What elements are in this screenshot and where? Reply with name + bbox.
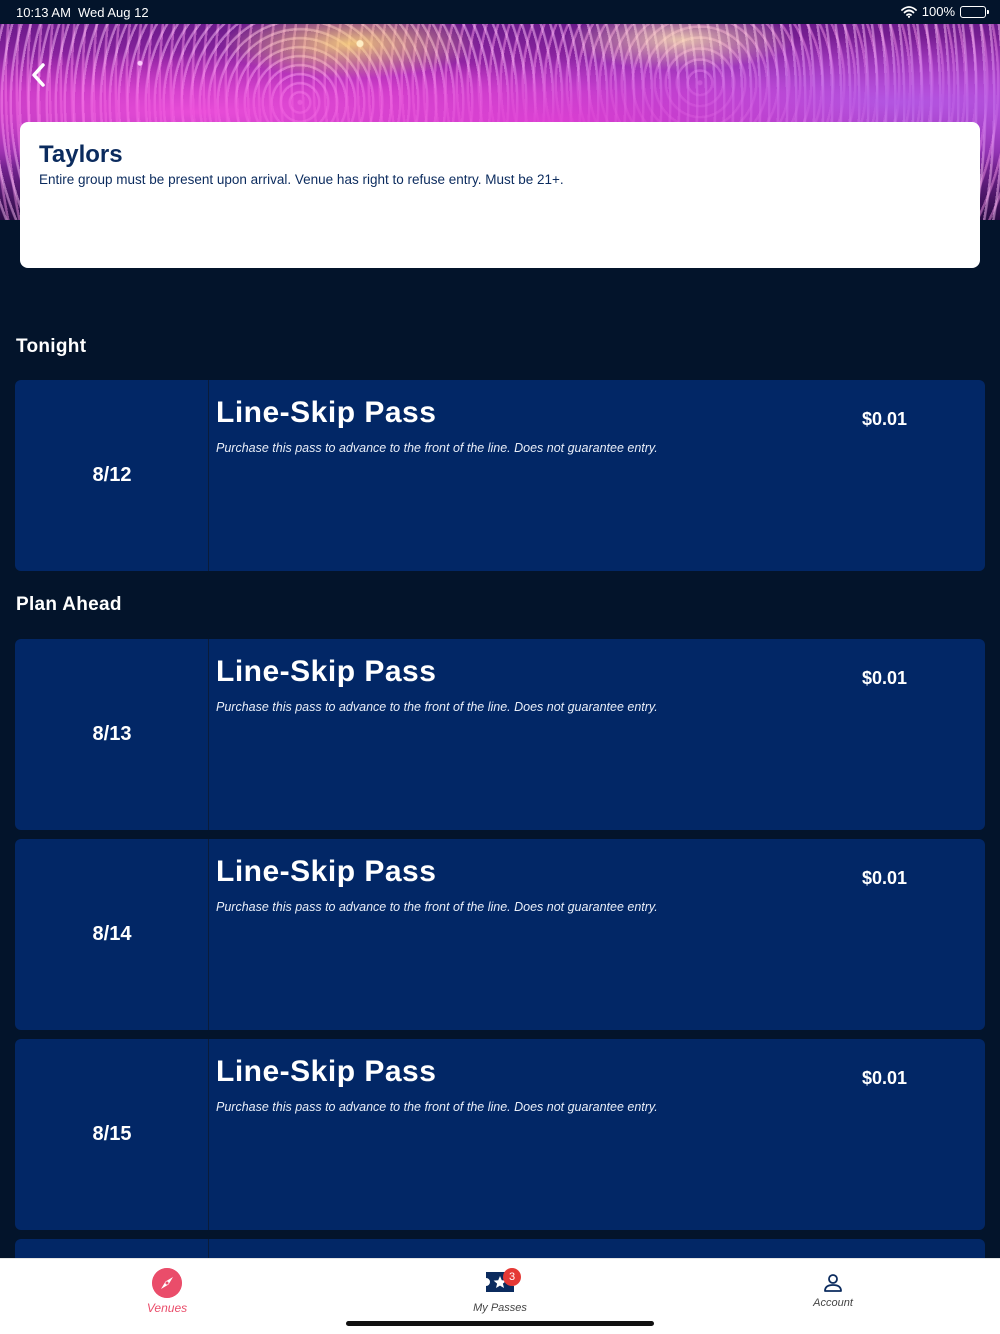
pass-name: Line-Skip Pass — [216, 396, 437, 429]
status-date: Wed Aug 12 — [78, 5, 149, 20]
pass-card[interactable]: 8/13 Line-Skip Pass Purchase this pass t… — [15, 639, 985, 830]
back-chevron-icon[interactable] — [26, 60, 54, 90]
pass-price: $0.01 — [862, 668, 908, 688]
tab-venues[interactable]: Venues — [107, 1259, 227, 1334]
pass-price: $0.01 — [862, 1068, 908, 1088]
pass-date: 8/15 — [92, 1123, 132, 1145]
battery-percent: 100% — [921, 4, 955, 19]
pass-date: 8/14 — [92, 923, 132, 945]
pass-card[interactable]: 8/15 Line-Skip Pass Purchase this pass t… — [15, 1039, 985, 1230]
pass-date: 8/13 — [92, 723, 132, 745]
tab-my-passes-label: My Passes — [473, 1302, 527, 1314]
pass-date-column: 8/13 — [15, 639, 209, 830]
pass-card[interactable]: 8/12 Line-Skip Pass Purchase this pass t… — [15, 380, 985, 571]
wifi-icon — [900, 5, 917, 18]
pass-description: Purchase this pass to advance to the fro… — [216, 1100, 658, 1114]
venue-name: Taylors — [39, 141, 123, 168]
pass-date-column: 8/12 — [15, 380, 209, 571]
section-plan-ahead: Plan Ahead — [16, 594, 122, 615]
pass-name: Line-Skip Pass — [216, 1055, 437, 1088]
tab-account[interactable]: Account — [773, 1259, 893, 1334]
pass-date: 8/12 — [92, 464, 132, 486]
tab-venues-label: Venues — [146, 1301, 188, 1315]
person-icon — [824, 1274, 842, 1292]
tab-account-label: Account — [813, 1297, 853, 1309]
status-right: 100% — [900, 4, 989, 19]
battery-icon — [960, 5, 989, 18]
pass-date-column: 8/15 — [15, 1039, 209, 1230]
passes-count-badge: 3 — [503, 1268, 521, 1286]
pass-card[interactable]: 8/14 Line-Skip Pass Purchase this pass t… — [15, 839, 985, 1030]
pass-price: $0.01 — [862, 409, 908, 429]
app-screen: 10:13 AM Wed Aug 12 100% Taylors Entire … — [0, 0, 1000, 1334]
pass-description: Purchase this pass to advance to the fro… — [216, 900, 658, 914]
status-bar: 10:13 AM Wed Aug 12 100% — [0, 0, 1000, 24]
section-tonight: Tonight — [16, 336, 87, 357]
pass-description: Purchase this pass to advance to the fro… — [216, 441, 658, 455]
venue-info-card: Taylors Entire group must be present upo… — [20, 122, 980, 268]
pass-name: Line-Skip Pass — [216, 655, 437, 688]
pass-name: Line-Skip Pass — [216, 855, 437, 888]
compass-icon — [152, 1268, 182, 1298]
pass-price: $0.01 — [862, 868, 908, 888]
venue-note: Entire group must be present upon arriva… — [39, 172, 564, 187]
pass-description: Purchase this pass to advance to the fro… — [216, 700, 658, 714]
status-time: 10:13 AM — [16, 5, 71, 20]
home-indicator — [346, 1321, 654, 1326]
pass-date-column: 8/14 — [15, 839, 209, 1030]
